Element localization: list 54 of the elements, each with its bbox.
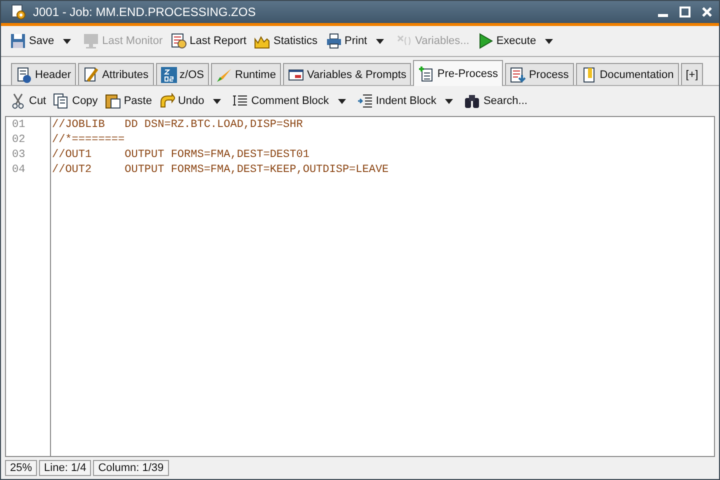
indent-lines-icon [356,93,373,109]
toolbar-button[interactable]: Search... [461,90,530,112]
toolbar-button[interactable]: Paste [102,90,155,112]
zos-icon [160,66,177,82]
tab[interactable]: Variables & Prompts [282,63,412,85]
caret-icon [376,38,384,44]
toolbar-button[interactable]: Undo [156,90,228,112]
close-icon[interactable] [701,6,713,18]
code-line: //OUT2 OUTPUT FORMS=FMA,DEST=KEEP,OUTDISP=LEAVE [52,164,389,176]
maximize-icon[interactable] [679,6,691,18]
window-title: J001 - Job: MM.END.PROCESSING.ZOS [33,5,256,19]
code-line: //JOBLIB DD DSN=RZ.BTC.LOAD,DISP=SHR [52,119,303,131]
toolbar-button[interactable]: Comment Block [229,90,353,112]
tab[interactable]: Documentation [576,63,679,85]
document-arrow-icon [510,66,526,82]
tab[interactable]: [+] [680,63,704,85]
caret-icon [545,38,554,44]
toolbar-button[interactable]: Statistics [251,30,320,52]
toolbar-button[interactable]: Save [7,30,78,52]
code-line: //OUT1 OUTPUT FORMS=FMA,DEST=DEST01 [52,149,310,161]
code-editor[interactable]: 01 02 03 04 //JOBLIB DD DSN=RZ.BTC.LOAD,DISP=SHR //*======== //OUT1 OUTPUT FORMS=FMA,DEST=DEST01 //OUT2 OUTPUT FORMS=FMA,DEST=KEEP,OUTDISP=LEAVE [5,116,715,457]
pencil-document-icon [83,66,100,82]
tab[interactable]: Process [504,63,574,85]
monitor-icon [83,33,100,49]
toolbar-button[interactable]: Indent Block [354,90,460,112]
tab[interactable]: Attributes [78,63,154,85]
caret-icon [445,98,454,104]
tab[interactable]: Pre-Process [413,60,503,86]
line-number: 04 [12,163,26,178]
line-number: 01 [12,118,26,133]
toolbar-button[interactable]: Print [322,30,392,52]
tab[interactable]: Header [11,63,76,85]
toolbar-button[interactable]: Execute [474,30,560,52]
clipboard-icon [104,93,121,109]
toolbar-button[interactable]: Copy [50,90,101,112]
copy-icon [53,93,70,109]
window-icon [288,66,304,82]
caret-icon [338,98,346,104]
caret-icon [213,98,222,104]
status-field: Line: 1/4 [39,460,92,476]
status-field: 25% [5,460,38,476]
line-number: 02 [12,133,26,148]
status-field: Column: 1/39 [93,460,169,476]
tab[interactable]: z/OS [156,63,209,85]
line-number: 03 [12,148,26,163]
caret-icon [63,38,72,44]
document-plus-icon [418,66,434,82]
printer-icon [326,33,342,49]
play-icon [477,33,494,49]
tab[interactable]: Runtime [211,63,281,85]
code-line: //*======== [52,134,125,146]
scissors-icon [10,93,26,109]
toolbar-button[interactable]: Cut [7,90,50,112]
toolbar-button[interactable]: Last Report [168,30,250,52]
